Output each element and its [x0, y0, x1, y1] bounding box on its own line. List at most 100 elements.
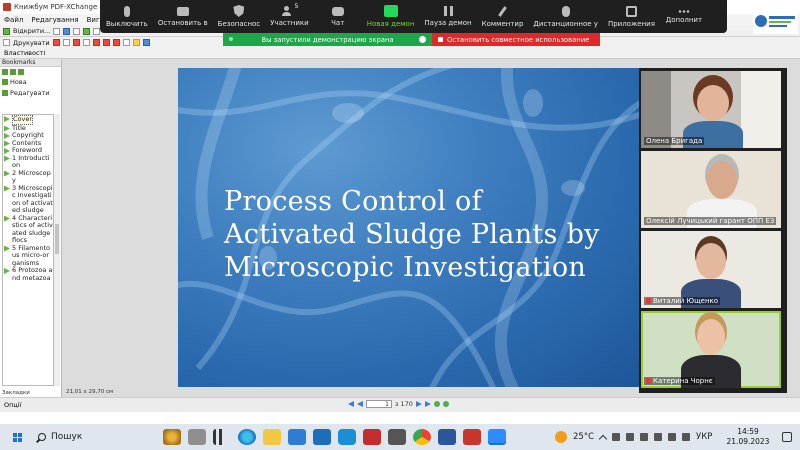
- language-indicator[interactable]: УКР: [696, 432, 712, 442]
- pause-share-button[interactable]: Пауза демон: [424, 6, 472, 27]
- participants-icon: 5: [282, 3, 298, 16]
- pencil-icon[interactable]: [72, 39, 80, 46]
- participant-tile[interactable]: Олексій Лучицький гарант ОПП ЕЗ: [641, 151, 781, 228]
- bookmark-item[interactable]: 6 Protozoa and metazoa: [3, 266, 53, 282]
- stamp-icon[interactable]: [142, 39, 150, 46]
- pointer-icon[interactable]: [62, 39, 70, 46]
- menu-edit[interactable]: Редагування: [31, 16, 78, 24]
- taskbar-search[interactable]: Пошук: [34, 428, 162, 446]
- weather-icon[interactable]: [555, 431, 567, 443]
- tray-app-icon[interactable]: [626, 433, 635, 441]
- page-total: з 170: [395, 400, 413, 408]
- back-icon[interactable]: [433, 401, 440, 407]
- university-logo: [753, 8, 798, 34]
- more-button[interactable]: Дополнит: [665, 9, 703, 24]
- print-button[interactable]: Друкувати: [13, 39, 50, 47]
- volume-icon[interactable]: [668, 433, 677, 441]
- first-page-icon[interactable]: [348, 401, 354, 407]
- tray-app-icon[interactable]: [612, 433, 621, 441]
- new-bookmark-button[interactable]: Нова: [0, 76, 61, 87]
- chrome-icon[interactable]: [413, 429, 431, 445]
- show-hidden-icons-icon[interactable]: [598, 434, 608, 443]
- pdf-page-cover: Process Control of Activated Sludge Plan…: [178, 68, 642, 387]
- menu-file[interactable]: Файл: [4, 16, 23, 24]
- notifications-icon[interactable]: [782, 432, 792, 442]
- bookmark-item[interactable]: 4 Characteristics of activated sludge fl…: [3, 214, 53, 245]
- rectangle-icon[interactable]: [92, 39, 100, 46]
- participant-tile-active-speaker[interactable]: Катерина Чорнє: [641, 311, 781, 388]
- bookmark-item[interactable]: 2 Microscopy: [3, 169, 53, 185]
- bookmark-item[interactable]: 1 Introduction: [3, 154, 53, 170]
- page-number-input[interactable]: 1: [366, 400, 392, 408]
- edit-bookmark-icon: [2, 89, 8, 96]
- skype-icon[interactable]: [338, 429, 356, 445]
- collapse-icon[interactable]: [10, 68, 16, 75]
- scrollbar-thumb[interactable]: [55, 224, 59, 254]
- line-icon[interactable]: [82, 39, 90, 46]
- participant-tile[interactable]: Олена Бригада: [641, 71, 781, 148]
- taskbar-clock[interactable]: 14:59 21.09.2023: [724, 427, 772, 447]
- bookmark-icon: [4, 155, 10, 162]
- screen: Книжбум PDF-XChange Editor Файл Редагува…: [0, 0, 800, 450]
- participants-button[interactable]: 5 Участники: [270, 3, 309, 27]
- battery-icon[interactable]: [682, 433, 691, 441]
- edit-bookmark-button[interactable]: Редагувати: [0, 87, 61, 98]
- weather-temp[interactable]: 25°C: [573, 432, 594, 442]
- polygon-icon[interactable]: [112, 39, 120, 46]
- text-icon[interactable]: [122, 39, 130, 46]
- find-icon[interactable]: [18, 68, 24, 75]
- start-button[interactable]: [13, 432, 22, 442]
- task-view-icon[interactable]: [213, 429, 231, 445]
- undo-icon[interactable]: [83, 27, 91, 35]
- participant-tile[interactable]: Виталий Ющенко: [641, 231, 781, 308]
- security-button[interactable]: Безопаснос: [218, 5, 260, 28]
- ellipse-icon[interactable]: [102, 39, 110, 46]
- stop-share-button[interactable]: Остановить совместное использование: [432, 33, 600, 46]
- options-button[interactable]: Опції: [4, 401, 21, 409]
- participant-name: Катерина Чорнє: [644, 377, 715, 385]
- bookmark-item[interactable]: 3 Microscopic Investigation of activated…: [3, 184, 53, 215]
- zoom-app-icon[interactable]: [488, 429, 506, 445]
- bookmark-item[interactable]: 5 Filamentous micro-organisms: [3, 244, 53, 268]
- participant-name: Виталий Ющенко: [644, 297, 721, 305]
- chat-button[interactable]: Чат: [319, 6, 357, 27]
- cut-icon[interactable]: [52, 39, 60, 46]
- muted-mic-icon: [646, 298, 651, 304]
- forward-icon[interactable]: [442, 401, 449, 407]
- apps-button[interactable]: Приложения: [608, 5, 655, 28]
- open-button[interactable]: Відкрити...: [13, 27, 50, 35]
- new-share-button[interactable]: Новая демон: [367, 5, 414, 28]
- file-explorer-icon[interactable]: [263, 429, 281, 445]
- media-app-icon[interactable]: [388, 429, 406, 445]
- wifi-icon[interactable]: [654, 433, 663, 441]
- last-page-icon[interactable]: [424, 401, 431, 407]
- sidebar-scrollbar[interactable]: [54, 114, 60, 386]
- viewer-app-icon[interactable]: [463, 429, 481, 445]
- expand-icon[interactable]: [2, 68, 8, 75]
- annotate-label: Комментир: [481, 19, 524, 28]
- mute-button[interactable]: Выключить: [106, 5, 148, 28]
- mail-icon[interactable]: [313, 429, 331, 445]
- save-icon[interactable]: [53, 27, 61, 35]
- scan-icon[interactable]: [73, 27, 81, 35]
- sidebar-tab[interactable]: Bookmarks: [0, 59, 61, 67]
- bookmark-item[interactable]: Cover: [3, 115, 53, 125]
- pdf-app-icon[interactable]: [363, 429, 381, 445]
- remote-control-button[interactable]: Дистанционное у: [533, 5, 598, 28]
- annotate-button[interactable]: Комментир: [481, 5, 524, 28]
- tablet-app-icon[interactable]: [188, 429, 206, 445]
- properties-button[interactable]: Властивості: [4, 49, 45, 57]
- nobel-app-icon[interactable]: [163, 429, 181, 445]
- shield-check-icon: [419, 36, 426, 43]
- store-icon[interactable]: [288, 429, 306, 445]
- email-icon[interactable]: [63, 27, 71, 35]
- previous-page-icon[interactable]: [357, 401, 363, 407]
- stop-video-button[interactable]: Остановить в: [158, 6, 208, 27]
- tray-app-icon[interactable]: [640, 433, 649, 441]
- highlight-icon[interactable]: [132, 39, 140, 46]
- next-page-icon[interactable]: [415, 401, 422, 407]
- print-icon[interactable]: [3, 39, 10, 46]
- word-icon[interactable]: [438, 429, 456, 445]
- edge-browser-icon[interactable]: [238, 429, 256, 445]
- open-icon[interactable]: [3, 27, 10, 35]
